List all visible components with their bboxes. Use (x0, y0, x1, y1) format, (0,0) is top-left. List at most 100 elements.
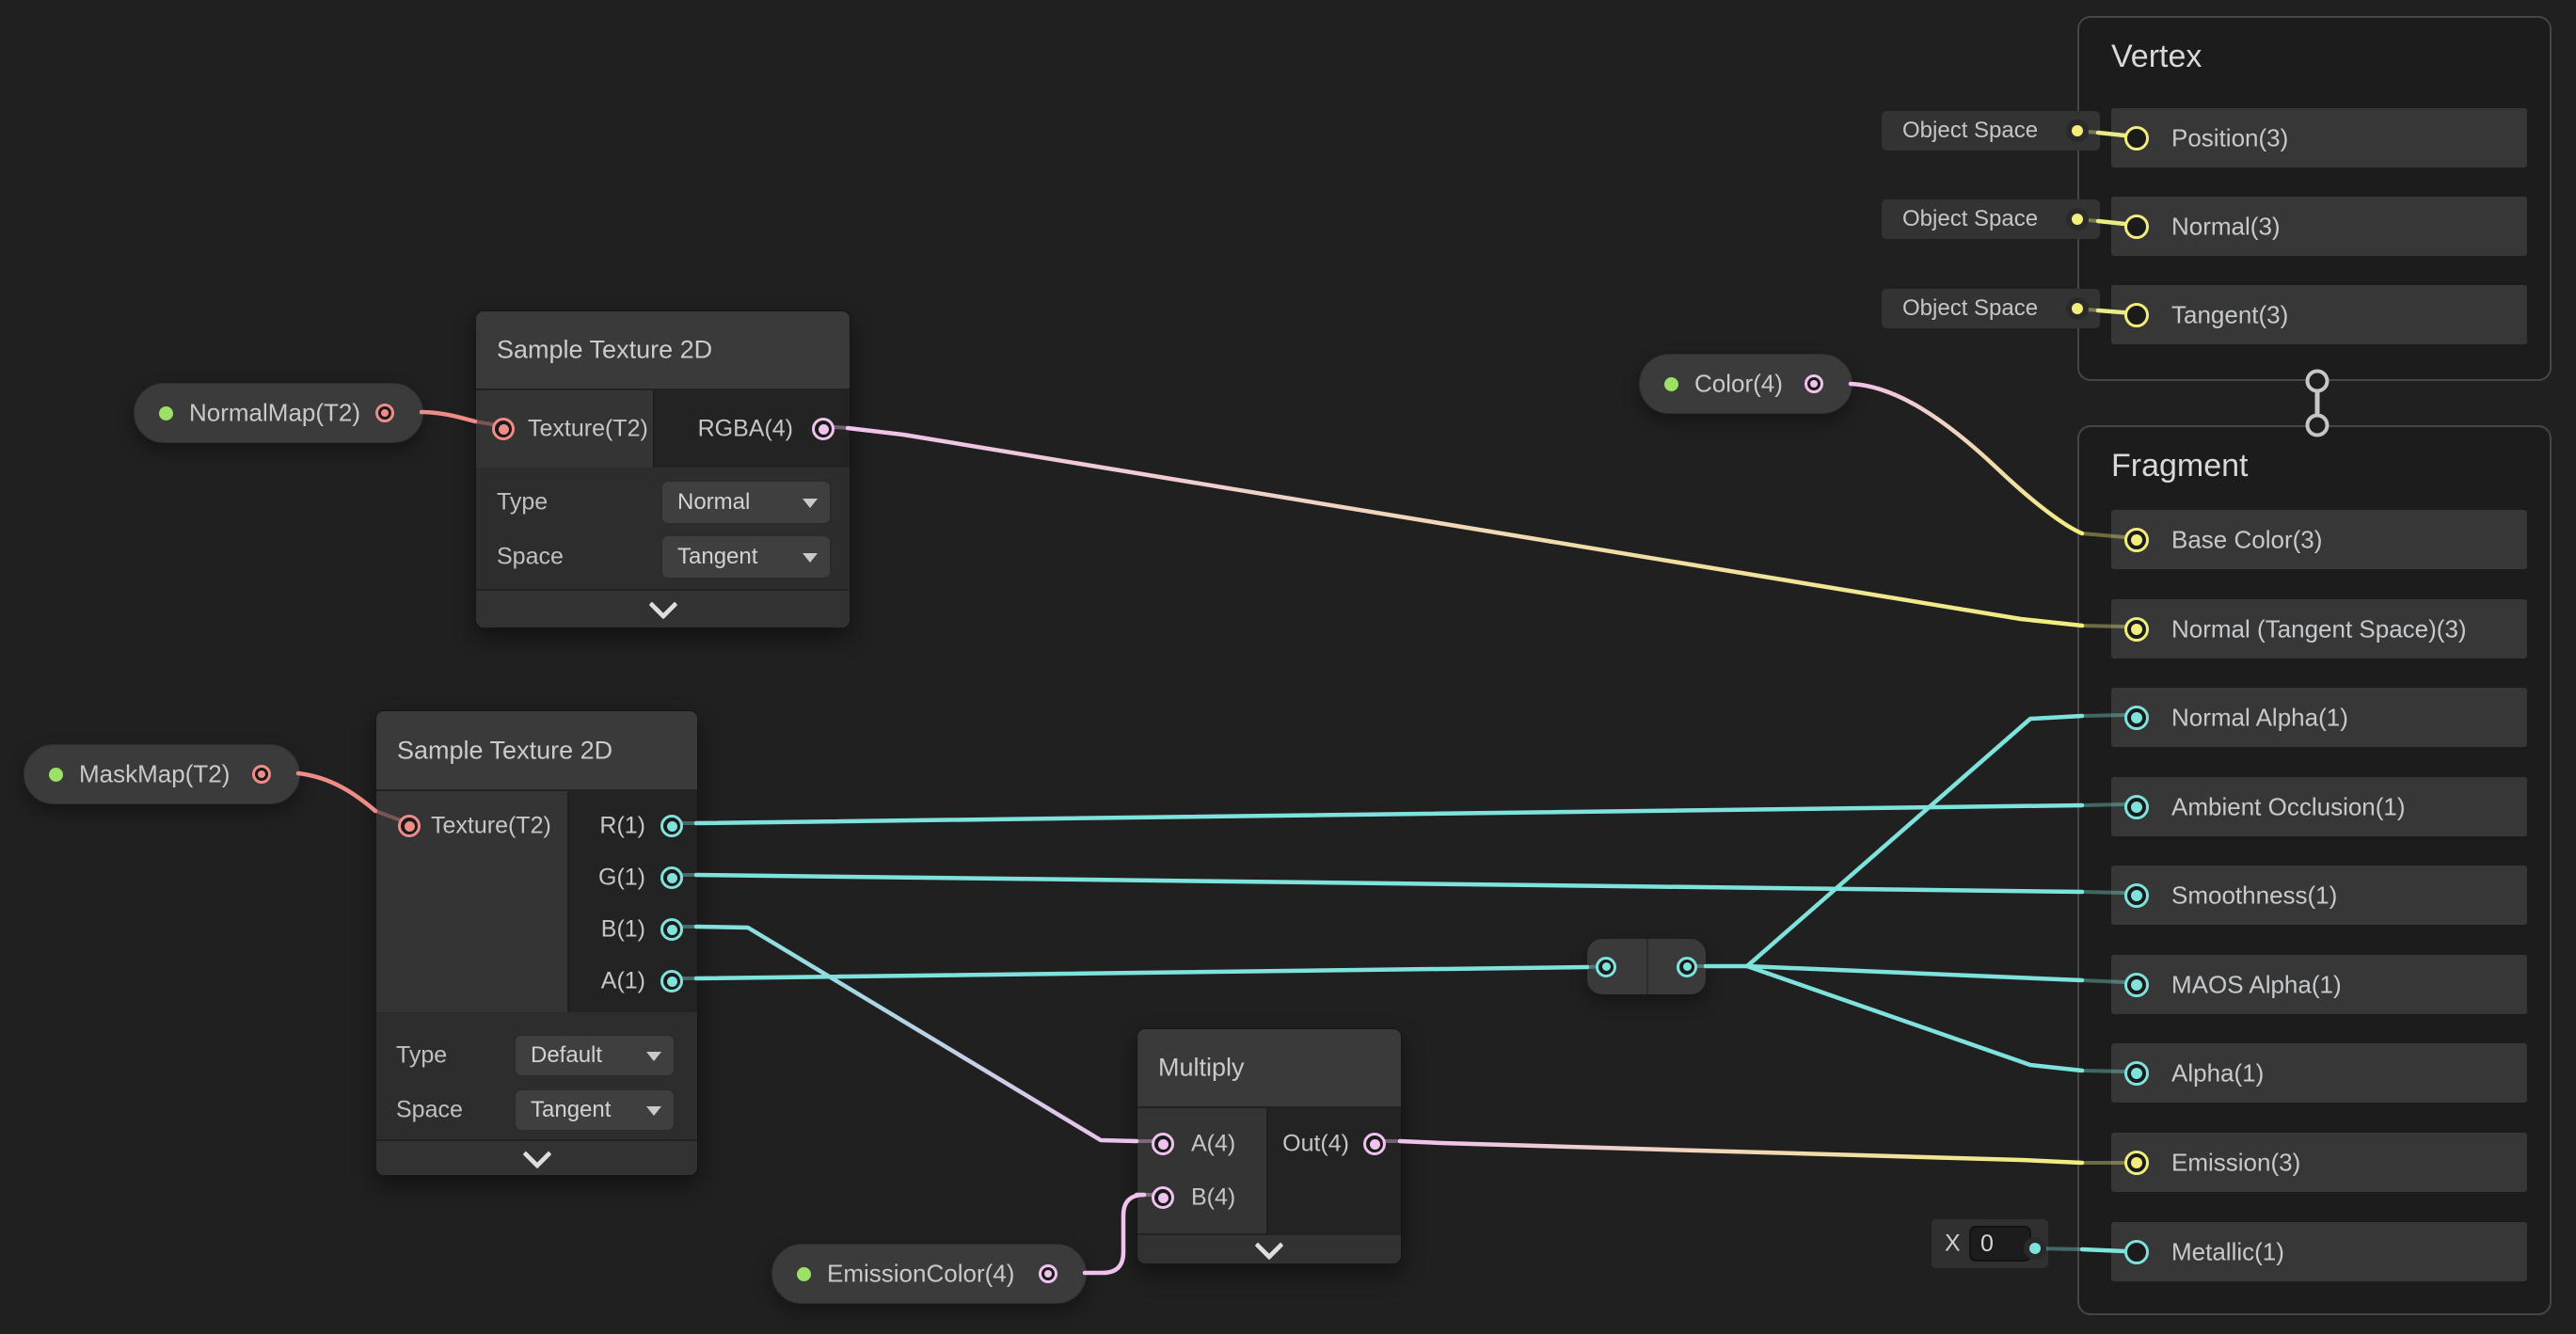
node-header[interactable]: Multiply (1137, 1029, 1401, 1108)
vertex-block[interactable]: Vertex Position(3) Normal(3) Tangent(3) (2077, 16, 2552, 381)
fragment-row-label: Normal (Tangent Space)(3) (2171, 614, 2467, 643)
property-pill-normalmap[interactable]: NormalMap(T2) (134, 383, 423, 443)
redirect-input-port[interactable] (1596, 957, 1616, 977)
object-space-chip-tangent[interactable]: Object Space (1882, 289, 2100, 328)
emission-port[interactable] (2124, 1151, 2149, 1175)
metallic-value-input[interactable]: 0 (1969, 1226, 2031, 1262)
fragment-row-metallic[interactable]: Metallic(1) (2111, 1222, 2527, 1281)
normalmap-output-port[interactable] (375, 404, 394, 422)
object-space-chip-position[interactable]: Object Space (1882, 111, 2100, 151)
smoothness-port[interactable] (2124, 883, 2149, 908)
sample-texture-2d-normal-node[interactable]: Sample Texture 2D Texture(T2) RGBA(4) Ty… (475, 310, 851, 628)
normal-port[interactable] (2124, 214, 2149, 239)
fragment-row-alpha[interactable]: Alpha(1) (2111, 1043, 2527, 1103)
wire-redirect-to-maos-alpha[interactable] (1747, 966, 2082, 980)
wire-color-to-base-color[interactable] (1851, 384, 2082, 533)
shader-graph-canvas[interactable]: Vertex Position(3) Normal(3) Tangent(3) … (0, 0, 2576, 1334)
out-output-port[interactable] (1363, 1133, 1386, 1155)
object-space-dot[interactable] (2072, 125, 2083, 136)
fragment-row-label: Metallic(1) (2171, 1237, 2284, 1266)
redirect-divider (1646, 939, 1648, 994)
property-pill-maskmap[interactable]: MaskMap(T2) (24, 744, 300, 804)
type-dropdown[interactable]: Normal (661, 481, 831, 524)
vertex-row-position[interactable]: Position(3) (2111, 108, 2527, 167)
output-port-label: Out(4) (1282, 1131, 1349, 1158)
chevron-down-icon (1254, 1231, 1283, 1260)
property-pill-emissioncolor[interactable]: EmissionColor(4) (771, 1244, 1087, 1304)
ambient-occlusion-port[interactable] (2124, 795, 2149, 819)
normal-alpha-port[interactable] (2124, 706, 2149, 730)
property-label: NormalMap(T2) (189, 399, 360, 428)
type-dropdown[interactable]: Default (515, 1035, 675, 1076)
wire-redirect-to-normal-alpha[interactable] (1747, 716, 2082, 966)
property-label: EmissionColor(4) (827, 1260, 1014, 1289)
fragment-row-emission[interactable]: Emission(3) (2111, 1133, 2527, 1192)
base-color-port[interactable] (2124, 528, 2149, 552)
normal-tangent-space-port[interactable] (2124, 617, 2149, 642)
b-output-port[interactable] (660, 918, 683, 941)
object-space-chip-normal[interactable]: Object Space (1882, 199, 2100, 239)
rgba-output-port[interactable] (812, 418, 835, 440)
metallic-port[interactable] (2124, 1240, 2149, 1264)
wire-a-to-redirect[interactable] (696, 967, 1587, 978)
wire-rgba-to-normal-tangent-space[interactable] (848, 428, 2082, 626)
vertex-row-label: Tangent(3) (2171, 300, 2288, 329)
fragment-row-smoothness[interactable]: Smoothness(1) (2111, 866, 2527, 925)
collapse-strip[interactable] (376, 1139, 697, 1175)
alpha-port[interactable] (2124, 1061, 2149, 1086)
redirect-node[interactable] (1587, 939, 1706, 994)
property-pill-color[interactable]: Color(4) (1639, 354, 1852, 414)
space-dropdown-value: Tangent (531, 1097, 611, 1123)
object-space-dot[interactable] (2072, 303, 2083, 314)
redirect-output-port[interactable] (1677, 957, 1697, 977)
wire-out-to-emission[interactable] (1400, 1141, 2082, 1163)
object-space-dot[interactable] (2072, 214, 2083, 225)
wire-emissioncolor-to-multiply-b[interactable] (1085, 1195, 1144, 1273)
fragment-row-base-color[interactable]: Base Color(3) (2111, 510, 2527, 569)
vertex-row-tangent[interactable]: Tangent(3) (2111, 285, 2527, 344)
type-label: Type (396, 1042, 447, 1070)
fragment-row-ambient-occlusion[interactable]: Ambient Occlusion(1) (2111, 777, 2527, 836)
wire-b-to-multiply-a[interactable] (696, 927, 1137, 1141)
space-dropdown[interactable]: Tangent (515, 1089, 675, 1131)
property-dot-icon (797, 1267, 811, 1281)
wire-r-to-ambient-occlusion[interactable] (696, 805, 2082, 823)
g-output-port[interactable] (660, 866, 683, 889)
metallic-default-dot[interactable] (2029, 1243, 2041, 1254)
emissioncolor-output-port[interactable] (1039, 1264, 1057, 1283)
node-header[interactable]: Sample Texture 2D (376, 711, 697, 791)
texture-input-port[interactable] (492, 418, 515, 440)
wire-maskmap-to-texture[interactable] (298, 773, 375, 811)
space-label: Space (497, 544, 564, 571)
output-port-label: A(1) (601, 968, 645, 995)
sample-texture-2d-mask-node[interactable]: Sample Texture 2D Texture(T2) R(1) G(1) … (375, 710, 698, 1176)
tangent-port[interactable] (2124, 303, 2149, 327)
type-dropdown-value: Normal (677, 489, 750, 516)
fragment-block[interactable]: Fragment Base Color(3) Normal (Tangent S… (2077, 425, 2552, 1315)
color-output-port[interactable] (1805, 374, 1823, 393)
fragment-row-maos-alpha[interactable]: MAOS Alpha(1) (2111, 955, 2527, 1014)
b-input-port[interactable] (1152, 1186, 1174, 1209)
position-port[interactable] (2124, 126, 2149, 151)
space-dropdown[interactable]: Tangent (661, 535, 831, 579)
a-output-port[interactable] (660, 970, 683, 993)
wire-redirect-to-alpha[interactable] (1747, 966, 2082, 1071)
fragment-row-normal-tangent-space[interactable]: Normal (Tangent Space)(3) (2111, 599, 2527, 659)
x-component-label: X (1945, 1231, 1961, 1258)
maos-alpha-port[interactable] (2124, 973, 2149, 997)
collapse-strip[interactable] (1137, 1233, 1401, 1263)
r-output-port[interactable] (660, 815, 683, 837)
node-header[interactable]: Sample Texture 2D (476, 311, 850, 390)
collapse-strip[interactable] (476, 589, 850, 627)
wire-g-to-smoothness[interactable] (696, 875, 2082, 892)
fragment-row-label: Normal Alpha(1) (2171, 703, 2348, 732)
fragment-row-normal-alpha[interactable]: Normal Alpha(1) (2111, 688, 2527, 747)
wire-normalmap-to-texture[interactable] (421, 412, 475, 421)
multiply-node[interactable]: Multiply A(4) B(4) Out(4) (1137, 1028, 1402, 1264)
vertex-row-normal[interactable]: Normal(3) (2111, 197, 2527, 256)
object-space-label: Object Space (1902, 206, 2038, 232)
texture-input-port[interactable] (398, 815, 421, 837)
maskmap-output-port[interactable] (252, 765, 271, 784)
a-input-port[interactable] (1152, 1133, 1174, 1155)
chevron-down-icon (648, 590, 677, 619)
